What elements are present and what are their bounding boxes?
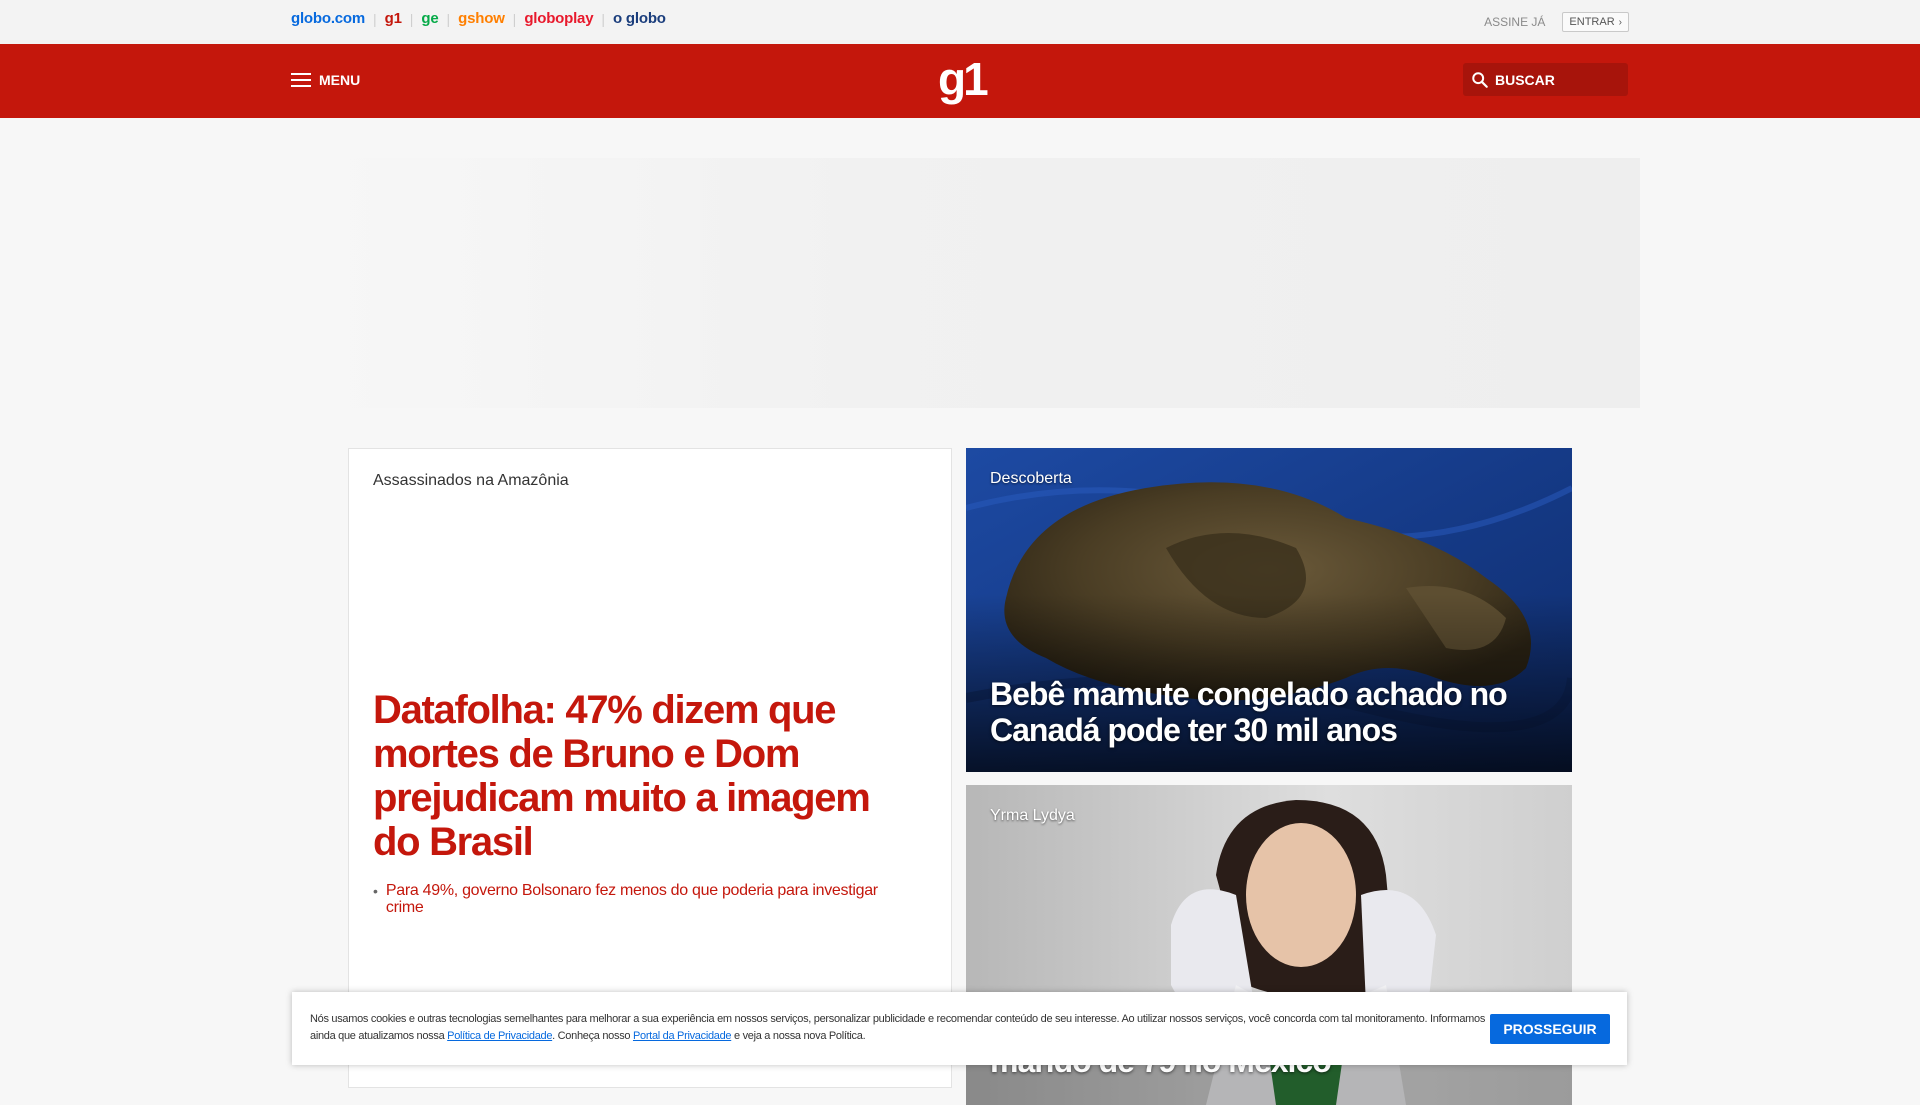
- divider: |: [373, 10, 377, 27]
- story-section-label: Yrma Lydya: [990, 807, 1075, 824]
- cookie-notice-text: Nós usamos cookies e outras tecnologias …: [310, 1011, 1490, 1045]
- globo-top-bar: globo.com | g1 | ge | gshow | globoplay …: [0, 0, 1920, 45]
- hamburger-icon: [291, 73, 311, 87]
- brand-link-oglobo[interactable]: o globo: [613, 10, 666, 27]
- accept-cookies-button[interactable]: PROSSEGUIR: [1490, 1014, 1610, 1044]
- photo-story-card[interactable]: Descoberta Bebê mamute congelado achado …: [966, 448, 1572, 772]
- search-field[interactable]: BUSCAR: [1463, 63, 1628, 96]
- search-icon: [1472, 71, 1488, 88]
- advertisement-placeholder: [328, 158, 1640, 408]
- cookie-text-part: e veja a nossa nova Política.: [731, 1030, 866, 1042]
- main-headline[interactable]: Datafolha: 47% dizem que mortes de Bruno…: [373, 688, 913, 864]
- g1-logo[interactable]: g1: [938, 54, 989, 104]
- divider: |: [512, 10, 517, 27]
- login-label: ENTRAR: [1569, 16, 1615, 28]
- menu-label: MENU: [319, 72, 361, 88]
- site-header: MENU g1 BUSCAR: [0, 44, 1920, 118]
- bullet-icon: •: [373, 883, 378, 899]
- privacy-portal-link[interactable]: Portal da Privacidade: [633, 1030, 732, 1042]
- brand-links: globo.com | g1 | ge | gshow | globoplay …: [291, 10, 666, 27]
- story-headline[interactable]: Bebê mamute congelado achado no Canadá p…: [990, 676, 1550, 748]
- story-section-label: Assassinados na Amazônia: [373, 472, 569, 489]
- related-link-text: Para 49%, governo Bolsonaro fez menos do…: [385, 882, 878, 916]
- cookie-banner: Nós usamos cookies e outras tecnologias …: [292, 992, 1627, 1065]
- account-area: ASSINE JÁ ENTRAR ›: [1484, 12, 1629, 32]
- brand-link-globo[interactable]: globo.com: [291, 10, 365, 27]
- chevron-right-icon: ›: [1618, 16, 1622, 28]
- brand-link-globoplay[interactable]: globoplay: [524, 10, 593, 27]
- subscribe-link[interactable]: ASSINE JÁ: [1484, 15, 1545, 29]
- privacy-policy-link[interactable]: Política de Privacidade: [447, 1030, 552, 1042]
- divider: |: [601, 10, 605, 27]
- divider: |: [446, 10, 451, 27]
- story-section-label: Descoberta: [990, 470, 1072, 487]
- brand-link-gshow[interactable]: gshow: [458, 10, 505, 27]
- divider: |: [409, 10, 414, 27]
- login-button[interactable]: ENTRAR ›: [1562, 12, 1629, 32]
- brand-link-g1[interactable]: g1: [385, 10, 402, 27]
- brand-link-ge[interactable]: ge: [421, 10, 438, 27]
- cookie-text-part: . Conheça nosso: [552, 1030, 633, 1042]
- related-link[interactable]: • Para 49%, governo Bolsonaro fez menos …: [373, 882, 893, 916]
- menu-button[interactable]: MENU: [291, 72, 360, 88]
- search-label: BUSCAR: [1495, 71, 1555, 88]
